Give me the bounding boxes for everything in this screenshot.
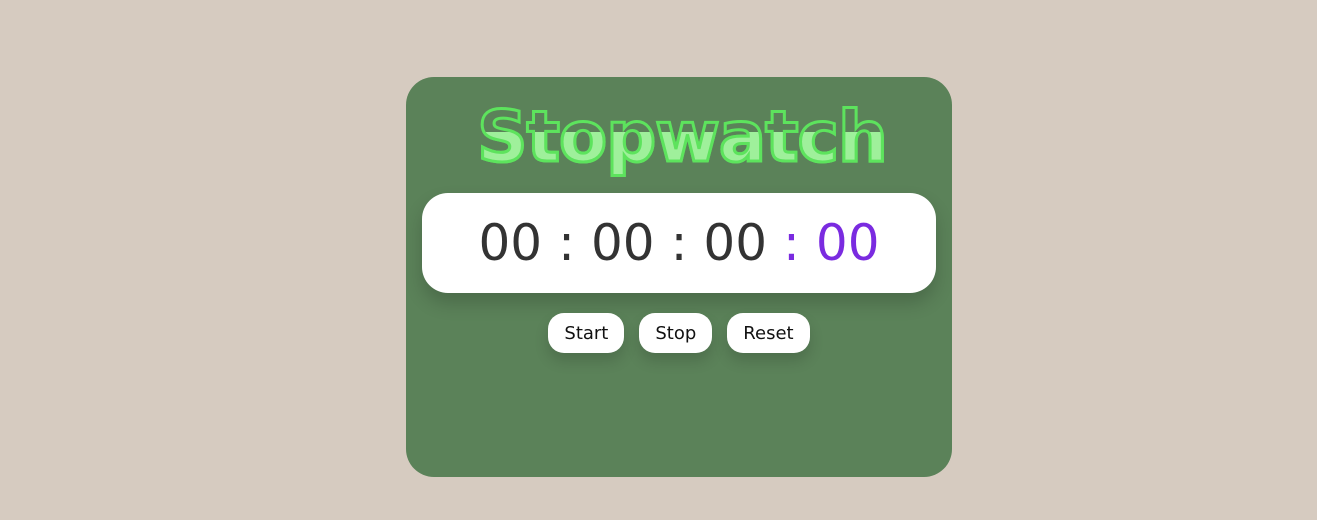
start-button[interactable]: Start — [548, 313, 625, 353]
milliseconds-value: 00 — [815, 214, 880, 272]
controls-row: Start Stop Reset — [406, 313, 952, 353]
stopwatch-card: Stopwatch Stopwatch 00 : 00 : 00 : 00 St… — [406, 77, 952, 477]
stop-button[interactable]: Stop — [639, 313, 713, 353]
page-title: Stopwatch Stopwatch — [471, 87, 890, 187]
title-container: Stopwatch Stopwatch — [406, 87, 952, 187]
separator-2: : — [670, 214, 688, 272]
separator-3: : — [783, 214, 800, 272]
reset-button[interactable]: Reset — [727, 313, 810, 353]
hours-value: 00 — [478, 214, 543, 272]
separator-1: : — [558, 214, 575, 272]
minutes-value: 00 — [590, 214, 655, 272]
time-display: 00 : 00 : 00 : 00 — [422, 193, 936, 293]
seconds-value: 00 — [703, 214, 768, 272]
